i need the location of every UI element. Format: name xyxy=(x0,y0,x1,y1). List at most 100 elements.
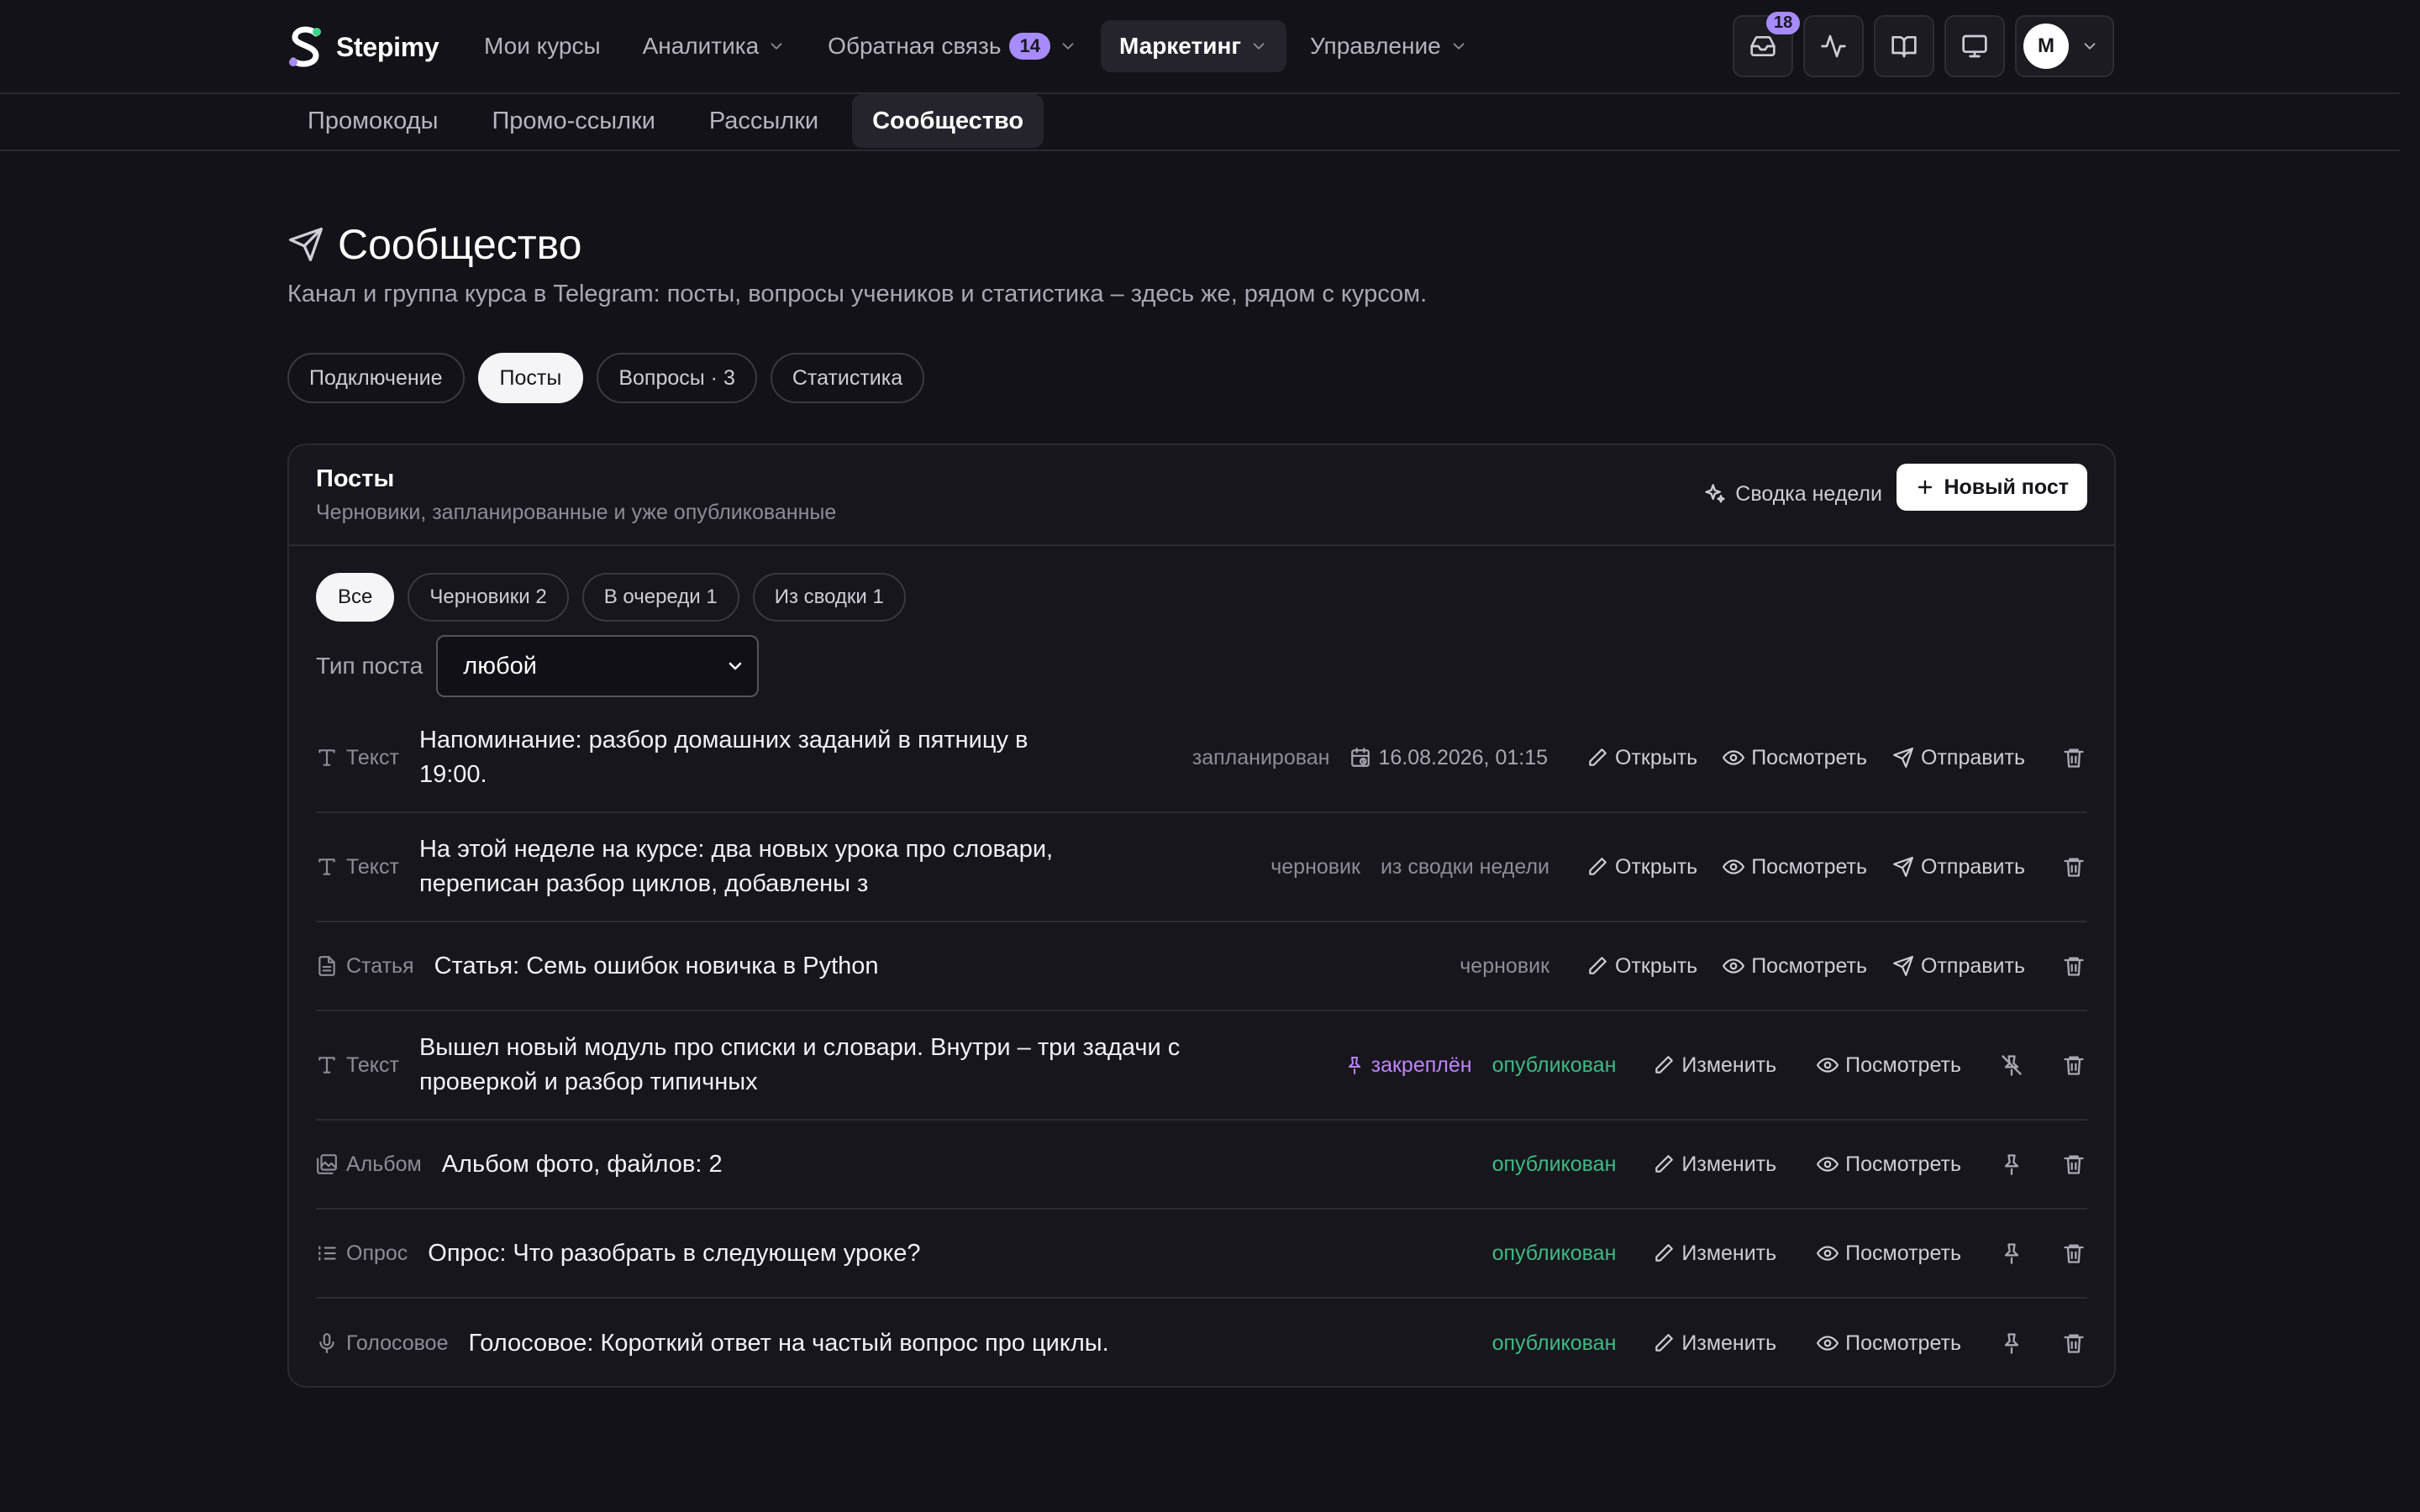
pin-icon xyxy=(1344,1055,1365,1075)
post-type: Альбом xyxy=(316,1152,422,1177)
table-row[interactable]: Текст Вышел новый модуль про списки и сл… xyxy=(316,1011,2087,1121)
filter-queued[interactable]: В очереди 1 xyxy=(581,573,739,622)
preview-button[interactable]: Посмотреть xyxy=(1817,1242,1961,1266)
preview-button[interactable]: Посмотреть xyxy=(1723,855,1867,879)
pin-button[interactable] xyxy=(1998,1151,2025,1178)
new-post-button[interactable]: Новый пост xyxy=(1897,464,2087,511)
post-title[interactable]: Вышел новый модуль про списки и словари.… xyxy=(419,1031,1209,1100)
subnav-item-promocodes[interactable]: Промокоды xyxy=(287,94,458,148)
delete-button[interactable] xyxy=(2060,1330,2087,1357)
nav-item-my-courses[interactable]: Мои курсы xyxy=(466,20,619,72)
chevron-down-icon xyxy=(725,656,745,676)
send-button[interactable]: Отправить xyxy=(1892,746,2025,770)
edit-button[interactable]: Изменить xyxy=(1653,1152,1776,1177)
pin-button[interactable] xyxy=(1998,1240,2025,1267)
pencil-icon xyxy=(1653,1054,1675,1076)
delete-button[interactable] xyxy=(2060,853,2087,880)
preview-button[interactable]: Посмотреть xyxy=(1723,954,1867,979)
delete-button[interactable] xyxy=(2060,1052,2087,1079)
edit-button[interactable]: Изменить xyxy=(1653,1242,1776,1266)
preview-button[interactable]: Посмотреть xyxy=(1817,1331,1961,1356)
nav-item-analytics[interactable]: Аналитика xyxy=(624,20,805,72)
preview-button[interactable]: Посмотреть xyxy=(1817,1152,1961,1177)
table-row[interactable]: Альбом Альбом фото, файлов: 2 опубликова… xyxy=(316,1121,2087,1210)
preview-button[interactable] xyxy=(1944,15,2005,77)
table-row[interactable]: Текст На этой неделе на курсе: два новых… xyxy=(316,813,2087,922)
inbox-icon xyxy=(1749,33,1776,60)
trash-icon xyxy=(2062,746,2086,769)
edit-button[interactable]: Изменить xyxy=(1653,1331,1776,1356)
send-button[interactable]: Отправить xyxy=(1892,855,2025,879)
filter-from-digest[interactable]: Из сводки 1 xyxy=(752,573,906,622)
new-post-label: Новый пост xyxy=(1944,475,2069,499)
preview-button[interactable]: Посмотреть xyxy=(1817,1053,1961,1078)
weekly-digest-button[interactable]: Сводка недели xyxy=(1703,475,1882,512)
pencil-icon xyxy=(1586,955,1608,977)
post-title[interactable]: На этой неделе на курсе: два новых урока… xyxy=(419,832,1108,901)
preview-button[interactable]: Посмотреть xyxy=(1723,746,1867,770)
post-type-label: Текст xyxy=(346,854,399,879)
chevron-down-icon xyxy=(1249,37,1268,55)
delete-button[interactable] xyxy=(2060,953,2087,979)
edit-label: Изменить xyxy=(1681,1053,1777,1077)
filter-drafts[interactable]: Черновики 2 xyxy=(408,573,569,622)
delete-button[interactable] xyxy=(2060,1240,2087,1267)
post-type-label: Статья xyxy=(346,953,414,978)
status-badge: опубликован xyxy=(1491,1241,1617,1265)
post-title[interactable]: Опрос: Что разобрать в следующем уроке? xyxy=(428,1236,920,1271)
subnav-item-promo-links[interactable]: Промо-ссылки xyxy=(471,94,675,148)
tab-statistics[interactable]: Статистика xyxy=(770,353,925,403)
open-button[interactable]: Открыть xyxy=(1586,855,1697,879)
open-button[interactable]: Открыть xyxy=(1586,954,1697,979)
table-row[interactable]: Статья Статья: Семь ошибок новичка в Pyt… xyxy=(316,922,2087,1011)
table-row[interactable]: Голосовое Голосовое: Короткий ответ на ч… xyxy=(316,1299,2087,1388)
inbox-button[interactable]: 18 xyxy=(1733,12,1801,77)
delete-button[interactable] xyxy=(2060,1151,2087,1178)
app-logo[interactable]: Stepimy xyxy=(287,25,439,69)
nav-item-feedback[interactable]: Обратная связь 14 xyxy=(809,20,1096,72)
edit-label: Изменить xyxy=(1681,1241,1777,1265)
post-type: Текст xyxy=(316,855,399,879)
post-type: Голосовое xyxy=(316,1331,448,1356)
post-title[interactable]: Статья: Семь ошибок новичка в Python xyxy=(434,949,879,984)
edit-label: Изменить xyxy=(1681,1152,1777,1176)
eye-icon xyxy=(1817,1242,1839,1264)
scheduled-date-text: 16.08.2026, 01:15 xyxy=(1378,745,1549,769)
main-nav: Мои курсы Аналитика Обратная связь 14 Ма… xyxy=(466,20,1491,72)
send-label: Отправить xyxy=(1921,745,2025,769)
pin-icon xyxy=(2000,1242,2023,1265)
unpin-button[interactable] xyxy=(1998,1052,2025,1079)
docs-button[interactable] xyxy=(1874,15,1934,77)
nav-item-management[interactable]: Управление xyxy=(1292,20,1486,72)
pencil-icon xyxy=(1586,747,1608,769)
delete-button[interactable] xyxy=(2060,744,2087,771)
table-row[interactable]: Опрос Опрос: Что разобрать в следующем у… xyxy=(316,1210,2087,1299)
status-badge: опубликован xyxy=(1491,1152,1617,1176)
trash-icon xyxy=(2062,954,2086,978)
top-navigation-bar: Stepimy Мои курсы Аналитика Обратная свя… xyxy=(0,0,2400,94)
activity-button[interactable] xyxy=(1803,15,1864,77)
post-type-label: Текст xyxy=(346,1053,399,1077)
text-type-icon xyxy=(316,856,338,878)
tab-questions[interactable]: Вопросы · 3 xyxy=(597,353,757,403)
subnav-item-community[interactable]: Сообщество xyxy=(852,94,1044,148)
tab-posts[interactable]: Посты xyxy=(477,353,584,403)
pin-button[interactable] xyxy=(1998,1330,2025,1357)
open-button[interactable]: Открыть xyxy=(1586,746,1697,770)
filter-all[interactable]: Все xyxy=(316,573,395,622)
nav-item-marketing[interactable]: Маркетинг xyxy=(1100,20,1287,72)
send-label: Отправить xyxy=(1921,953,2025,978)
subnav-item-mailings[interactable]: Рассылки xyxy=(689,94,839,148)
send-button[interactable]: Отправить xyxy=(1892,954,2025,979)
tab-connection[interactable]: Подключение xyxy=(287,353,465,403)
user-menu-button[interactable]: M xyxy=(2015,15,2114,77)
post-title[interactable]: Голосовое: Короткий ответ на частый вопр… xyxy=(468,1326,1108,1361)
table-row[interactable]: Текст Напоминание: разбор домашних задан… xyxy=(316,704,2087,813)
post-type-select[interactable]: любой xyxy=(436,635,760,697)
chevron-down-icon xyxy=(2081,37,2099,55)
post-type: Текст xyxy=(316,746,399,770)
inbox-count-badge: 18 xyxy=(1766,12,1801,34)
post-title[interactable]: Альбом фото, файлов: 2 xyxy=(442,1147,723,1182)
edit-button[interactable]: Изменить xyxy=(1653,1053,1776,1078)
post-title[interactable]: Напоминание: разбор домашних заданий в п… xyxy=(419,723,1075,792)
